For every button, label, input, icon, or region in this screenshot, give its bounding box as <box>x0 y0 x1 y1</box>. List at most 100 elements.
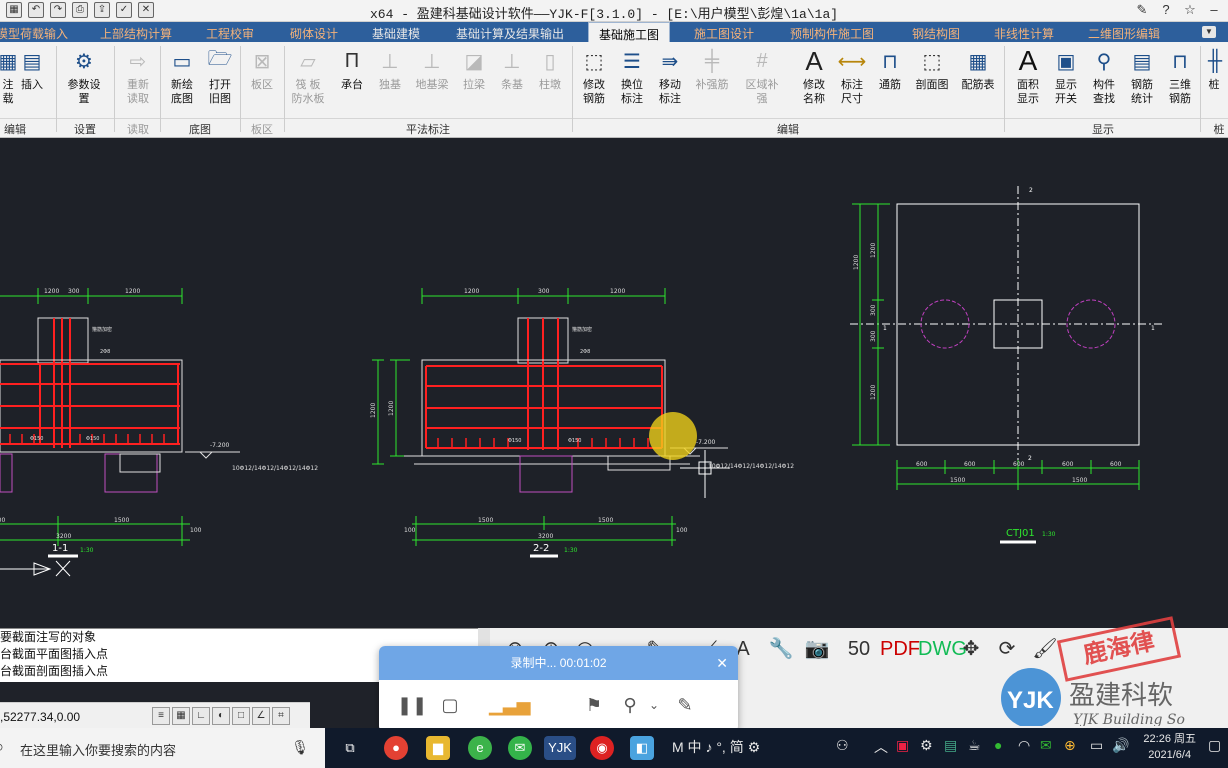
plan-ctj01[interactable]: 2 1 1 2 1200 300 300 1200 1200 600 600 6… <box>850 186 1162 544</box>
redo-icon[interactable]: ↷ <box>50 2 66 18</box>
tools-icon[interactable]: ✎ <box>1134 2 1150 18</box>
browser-icon[interactable]: e <box>468 736 492 760</box>
print-icon[interactable]: ⎙ <box>72 2 88 18</box>
drawing-canvas[interactable]: 1200 300 1200 箍筋加密 2Φ8 Φ150 Φ150 -7.200 … <box>0 138 1228 620</box>
dimension-button[interactable]: ⟷ 标注 尺寸 <box>832 46 872 106</box>
input-method[interactable]: M 中 ♪ °, 简 ⚙ <box>672 737 760 757</box>
microphone-icon[interactable]: 🎙 <box>291 739 309 756</box>
volume-bars-icon[interactable]: ▁▃▅ <box>489 694 531 716</box>
chevron-down-icon[interactable]: ▼ <box>1202 26 1216 38</box>
section-2-2[interactable]: 1200 300 1200 1200 1200 箍筋加密 2Φ8 Φ150 Φ1… <box>370 288 794 558</box>
pile-cap-button[interactable]: Π 承台 <box>332 46 372 92</box>
help-icon[interactable]: ? <box>1158 2 1174 18</box>
pdf-icon[interactable]: PDF <box>880 634 920 664</box>
edit-rebar-button[interactable]: ⬚ 修改 钢筋 <box>574 46 614 106</box>
wechat-icon[interactable]: ✉ <box>508 736 532 760</box>
angle-icon[interactable]: ∠ <box>252 707 270 725</box>
rename-button[interactable]: A 修改 名称 <box>794 46 834 106</box>
scale-icon[interactable]: 50 <box>844 634 874 664</box>
strip-footing-button[interactable]: ⊥ 条基 <box>492 46 532 92</box>
tab-masonry[interactable]: 砌体设计 <box>290 25 338 42</box>
chevron-down-icon[interactable]: ⌄ <box>647 694 661 716</box>
list-icon[interactable]: ≡ <box>152 707 170 725</box>
rebar-stats-button[interactable]: ▤ 钢筋 统计 <box>1122 46 1162 106</box>
app-icon[interactable]: ◧ <box>630 736 654 760</box>
area-display-button[interactable]: A 面积 显示 <box>1008 45 1048 106</box>
param-settings-button[interactable]: ⚙ 参数设置 <box>64 46 104 106</box>
yjk-app-icon[interactable]: YJK <box>544 736 576 760</box>
recorder-app-icon[interactable]: ◉ <box>590 736 614 760</box>
pause-icon[interactable]: ❚❚ <box>397 694 427 716</box>
slab-zone-button[interactable]: ⊠ 板区 <box>242 46 282 92</box>
tray-app-icon[interactable]: ● <box>994 737 1002 753</box>
close-file-icon[interactable]: ✕ <box>138 2 154 18</box>
insert-button[interactable]: ▤ 插入 <box>12 46 52 92</box>
dwg-icon[interactable]: DWG <box>918 634 967 664</box>
tab-foundation-model[interactable]: 基础建模 <box>372 25 420 42</box>
battery-icon[interactable]: ▭ <box>1090 737 1103 754</box>
chrome-icon[interactable]: ● <box>384 736 408 760</box>
swap-label-button[interactable]: ☰ 换位 标注 <box>612 46 652 106</box>
open-old-drawing-button[interactable]: 🗁 打开 旧图 <box>200 46 240 106</box>
isolated-footing-button[interactable]: ⊥ 独基 <box>370 46 410 92</box>
reload-button[interactable]: ⇨ 重新 读取 <box>118 46 158 106</box>
check-icon[interactable]: ✓ <box>116 2 132 18</box>
tab-2d-edit[interactable]: 二维图形编辑 <box>1088 25 1160 42</box>
stop-icon[interactable]: ▢ <box>439 694 461 716</box>
taskbar-search[interactable]: ○ 在这里输入你要搜索的内容 🎙 <box>0 728 325 768</box>
tie-beam-button[interactable]: ◪ 拉梁 <box>454 46 494 92</box>
task-view-icon[interactable]: ⧉ <box>338 736 362 760</box>
tab-foundation-drawing[interactable]: 基础施工图 <box>588 22 671 42</box>
tab-review[interactable]: 工程校审 <box>206 25 254 42</box>
area-reinforce-button[interactable]: # 区域补强 <box>742 46 782 106</box>
pan-icon[interactable]: ✥ <box>956 634 986 664</box>
grid-toggle-icon[interactable]: ▦ <box>172 707 190 725</box>
grid-icon[interactable]: ▦ <box>6 2 22 18</box>
raft-slab-button[interactable]: ▱ 筏 板 防水板 <box>288 46 328 106</box>
volume-icon[interactable]: 🔊 <box>1112 737 1129 754</box>
star-icon[interactable]: ☆ <box>1182 2 1198 18</box>
ortho-icon[interactable]: ∟ <box>192 707 210 725</box>
minimize-icon[interactable]: – <box>1206 2 1222 18</box>
section-drawing-button[interactable]: ⬚ 剖面图 <box>912 46 952 92</box>
3d-rebar-button[interactable]: ⊓ 三维 钢筋 <box>1160 46 1200 106</box>
rebar-table-button[interactable]: ▦ 配筋表 <box>958 46 998 92</box>
tray-app-icon[interactable]: ▤ <box>944 737 957 754</box>
wifi-icon[interactable]: ◠ <box>1018 737 1030 754</box>
wrench-icon[interactable]: 🔧 <box>766 634 796 664</box>
tab-model-load[interactable]: 模型荷载输入 <box>0 25 68 42</box>
tab-foundation-calc[interactable]: 基础计算及结果输出 <box>456 25 564 42</box>
move-label-button[interactable]: ⇛ 移动 标注 <box>650 46 690 106</box>
find-member-button[interactable]: ⚲ 构件 查找 <box>1084 46 1124 106</box>
file-explorer-icon[interactable]: ▆ <box>426 736 450 760</box>
tab-structure-calc[interactable]: 上部结构计算 <box>100 25 172 42</box>
tab-drawing-design[interactable]: 施工图设计 <box>694 25 754 42</box>
polar-icon[interactable]: ◐ <box>212 707 230 725</box>
pile-button[interactable]: ╫ 桩 <box>1200 46 1228 92</box>
pen-icon[interactable]: ✎ <box>673 694 697 716</box>
flag-icon[interactable]: ⚑ <box>583 694 605 716</box>
tray-chevron-icon[interactable]: ︿ <box>874 737 888 757</box>
through-bar-button[interactable]: ⊓ 通筋 <box>870 46 910 92</box>
taskbar-clock[interactable]: 22:26 周五 2021/6/4 <box>1143 731 1196 763</box>
people-icon[interactable]: ⚇ <box>836 737 849 754</box>
tab-precast[interactable]: 预制构件施工图 <box>790 25 874 42</box>
section-1-1[interactable]: 1200 300 1200 箍筋加密 2Φ8 Φ150 Φ150 -7.200 … <box>0 288 318 577</box>
column-pier-button[interactable]: ▯ 柱墩 <box>530 46 570 92</box>
new-base-drawing-button[interactable]: ▭ 新绘 底图 <box>162 46 202 106</box>
tray-app-icon[interactable]: ☕ <box>968 737 981 754</box>
tray-app-icon[interactable]: ⚙ <box>920 737 933 754</box>
reinforce-bar-button[interactable]: ╪ 补强筋 <box>692 46 732 92</box>
undo-icon[interactable]: ↶ <box>28 2 44 18</box>
export-icon[interactable]: ⇪ <box>94 2 110 18</box>
camera-settings-icon[interactable]: ⚲ <box>619 694 641 716</box>
close-icon[interactable]: ✕ <box>716 646 728 680</box>
display-toggle-button[interactable]: ▣ 显示 开关 <box>1046 46 1086 106</box>
osnap-icon[interactable]: □ <box>232 707 250 725</box>
tab-steel[interactable]: 钢结构图 <box>912 25 960 42</box>
tray-app-icon[interactable]: ▣ <box>896 737 909 754</box>
dyn-icon[interactable]: ⌗ <box>272 707 290 725</box>
tab-nonlinear[interactable]: 非线性计算 <box>994 25 1054 42</box>
notification-icon[interactable]: ▢ <box>1208 737 1221 754</box>
tray-app-icon[interactable]: ⊕ <box>1064 737 1076 754</box>
